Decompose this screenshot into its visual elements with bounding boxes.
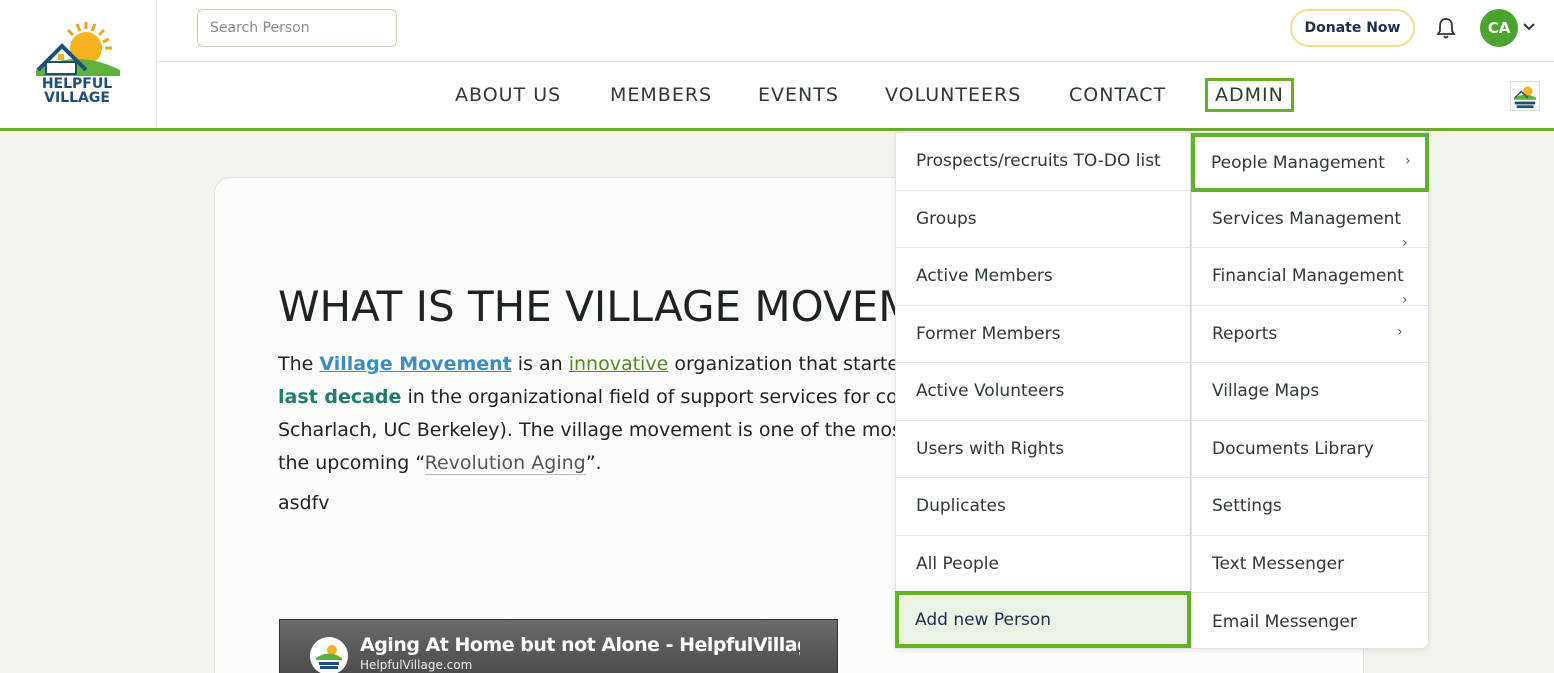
text-fragment: in the organizational field of support s… xyxy=(407,386,898,408)
revolution-aging-link[interactable]: Revolution Aging xyxy=(424,452,586,475)
donate-now-button[interactable]: Donate Now xyxy=(1290,9,1415,47)
extra-text: asdfv xyxy=(278,492,330,514)
text-fragment: the upcoming “ xyxy=(278,452,425,474)
chevron-right-icon: › xyxy=(1397,323,1403,340)
menu-item-duplicates[interactable]: Duplicates xyxy=(896,478,1190,536)
menu-item-documents-library[interactable]: Documents Library xyxy=(1192,421,1428,478)
menu-item-services-management[interactable]: Services Management › xyxy=(1192,191,1428,251)
nav-members[interactable]: MEMBERS xyxy=(610,78,712,112)
menu-item-former-members[interactable]: Former Members xyxy=(896,306,1190,363)
text-fragment: The xyxy=(278,353,320,375)
menu-item-village-maps[interactable]: Village Maps xyxy=(1192,363,1428,421)
text-fragment: ”. xyxy=(585,452,602,474)
chevron-down-icon[interactable] xyxy=(1522,20,1536,34)
village-movement-link[interactable]: Village Movement xyxy=(319,353,511,375)
avatar[interactable]: CA xyxy=(1480,9,1518,47)
menu-item-people-management[interactable]: People Management › xyxy=(1191,133,1429,192)
intro-paragraph: The Village Movement is an innovative or… xyxy=(278,348,898,478)
menu-item-add-new-person[interactable]: Add new Person xyxy=(895,591,1191,648)
nav-volunteers[interactable]: VOLUNTEERS xyxy=(885,78,1021,112)
text-fragment: Scharlach, UC Berkeley). The village mov… xyxy=(278,419,898,441)
site-header: HELPFUL VILLAGE Donate Now CA ABOUT US M… xyxy=(0,0,1554,131)
topbar-divider xyxy=(157,61,1554,62)
main-nav: ABOUT US MEMBERS EVENTS VOLUNTEERS CONTA… xyxy=(0,78,1554,112)
site-mini-logo[interactable] xyxy=(1510,81,1540,111)
last-decade-text: last decade xyxy=(278,386,402,408)
menu-item-label: Reports xyxy=(1212,323,1278,344)
nav-about-us[interactable]: ABOUT US xyxy=(455,78,561,112)
channel-logo-icon xyxy=(310,637,348,673)
menu-item-email-messenger[interactable]: Email Messenger xyxy=(1192,593,1428,651)
menu-item-all-people[interactable]: All People xyxy=(896,536,1190,593)
chevron-right-icon: › xyxy=(1405,153,1411,169)
menu-item-label: Financial Management xyxy=(1212,266,1404,287)
menu-item-reports[interactable]: Reports › xyxy=(1192,306,1428,363)
menu-item-label: People Management xyxy=(1211,152,1385,173)
menu-item-prospects[interactable]: Prospects/recruits TO-DO list xyxy=(896,133,1190,191)
innovative-link[interactable]: innovative xyxy=(569,353,669,375)
menu-item-groups[interactable]: Groups xyxy=(896,191,1190,248)
menu-item-users-with-rights[interactable]: Users with Rights xyxy=(896,421,1190,478)
admin-menu-people: Prospects/recruits TO-DO list Groups Act… xyxy=(895,132,1191,649)
nav-contact[interactable]: CONTACT xyxy=(1069,78,1166,112)
menu-item-active-volunteers[interactable]: Active Volunteers xyxy=(896,363,1190,421)
menu-item-active-members[interactable]: Active Members xyxy=(896,248,1190,306)
text-fragment: organization that started in the xyxy=(674,353,898,375)
admin-menu-main: People Management › Services Management … xyxy=(1191,132,1429,649)
menu-item-text-messenger[interactable]: Text Messenger xyxy=(1192,536,1428,593)
nav-events[interactable]: EVENTS xyxy=(758,78,839,112)
page-title: WHAT IS THE VILLAGE MOVEMENT? xyxy=(278,282,898,331)
menu-item-settings[interactable]: Settings xyxy=(1192,478,1428,536)
menu-item-financial-management[interactable]: Financial Management › xyxy=(1192,248,1428,308)
video-title[interactable]: Aging At Home but not Alone - HelpfulVil… xyxy=(360,634,800,656)
bell-icon[interactable] xyxy=(1435,16,1457,40)
nav-admin[interactable]: ADMIN xyxy=(1205,78,1294,112)
text-fragment: is an xyxy=(511,353,569,375)
menu-item-label: Services Management xyxy=(1212,208,1402,229)
video-channel: HelpfulVillage.com xyxy=(360,658,473,672)
video-embed[interactable]: Aging At Home but not Alone - HelpfulVil… xyxy=(279,619,838,673)
search-person-input[interactable] xyxy=(197,9,397,47)
